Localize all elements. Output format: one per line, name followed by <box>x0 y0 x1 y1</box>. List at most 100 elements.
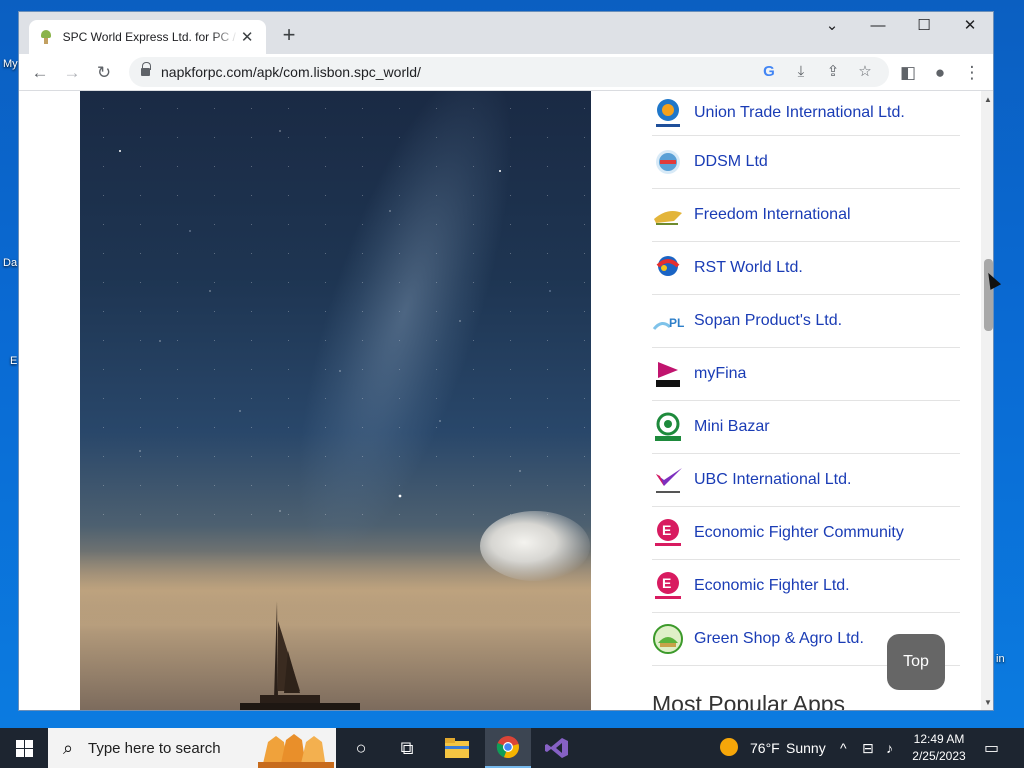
clock-time: 12:49 AM <box>913 732 965 746</box>
faint-stars <box>80 91 591 521</box>
sopan-logo-icon: PL <box>652 305 684 337</box>
economic-fighter-logo-icon: E <box>652 570 684 602</box>
page-content: Union Trade International Ltd. DDSM Ltd … <box>19 91 981 711</box>
start-button[interactable] <box>0 728 48 768</box>
app-screenshot-image <box>80 91 591 710</box>
list-item[interactable]: DDSM Ltd <box>652 136 960 189</box>
weather-text[interactable]: Sunny <box>786 740 826 756</box>
windows-logo-pane <box>16 749 24 757</box>
desktop-icon-label[interactable]: in <box>996 653 1005 665</box>
list-item[interactable]: myFina <box>652 348 960 401</box>
mini-bazar-logo-icon <box>652 411 684 443</box>
visual-studio-icon[interactable] <box>534 728 580 768</box>
title-bar: SPC World Express Ltd. for PC / M ✕ + ⌄ … <box>19 12 993 54</box>
maximize-button[interactable]: ☐ <box>901 12 947 40</box>
google-lens-icon[interactable]: G <box>757 60 781 84</box>
tab-title: SPC World Express Ltd. for PC / M <box>62 30 239 44</box>
task-view-icon[interactable]: ⧉ <box>384 728 430 768</box>
cloud <box>480 511 590 581</box>
union-trade-logo-icon <box>652 97 684 129</box>
desktop-icon-label[interactable]: My <box>3 58 18 70</box>
lock-icon[interactable] <box>141 62 151 77</box>
company-link[interactable]: Mini Bazar <box>694 418 770 436</box>
side-panel-icon[interactable]: ◧ <box>895 60 921 86</box>
list-item[interactable]: Freedom International <box>652 189 960 242</box>
list-item[interactable]: PL Sopan Product's Ltd. <box>652 295 960 348</box>
scroll-up-arrow-icon[interactable]: ▲ <box>981 93 993 107</box>
search-highlight-image <box>258 734 334 768</box>
list-item[interactable]: RST World Ltd. <box>652 242 960 295</box>
address-bar[interactable]: napkforpc.com/apk/com.lisbon.spc_world/ … <box>129 57 889 87</box>
sailboat-silhouette <box>240 601 360 710</box>
list-item[interactable]: UBC International Ltd. <box>652 454 960 507</box>
install-app-icon[interactable]: ⤓ <box>789 60 813 84</box>
close-tab-icon[interactable]: ✕ <box>238 28 256 46</box>
rst-world-logo-icon <box>652 252 684 284</box>
weather-sun-icon[interactable] <box>720 738 738 759</box>
browser-tab[interactable]: SPC World Express Ltd. for PC / M ✕ <box>29 20 266 54</box>
taskbar: ⌕ Type here to search ○ ⧉ 76°F Sunny ^ ⊟… <box>0 728 1024 768</box>
minimize-button[interactable]: — <box>855 12 901 40</box>
desktop-icon-label[interactable]: E <box>10 355 17 367</box>
company-link[interactable]: RST World Ltd. <box>694 259 803 277</box>
windows-logo-pane <box>25 740 33 748</box>
vertical-scrollbar[interactable]: ▲ ▼ <box>981 91 993 710</box>
browser-window: SPC World Express Ltd. for PC / M ✕ + ⌄ … <box>18 11 994 711</box>
green-shop-logo-icon <box>652 623 684 655</box>
close-window-button[interactable]: ✕ <box>947 12 993 40</box>
system-clock[interactable]: 12:49 AM 2/25/2023 <box>906 731 972 765</box>
svg-text:E: E <box>662 575 671 591</box>
weather-temp[interactable]: 76°F <box>750 740 780 756</box>
reload-icon[interactable]: ↻ <box>91 60 117 86</box>
svg-text:E: E <box>662 522 671 538</box>
new-tab-button[interactable]: + <box>277 24 301 48</box>
share-icon[interactable]: ⇪ <box>821 60 845 84</box>
windows-logo-pane <box>25 749 33 757</box>
volume-icon[interactable]: ♪ <box>886 740 893 756</box>
scroll-down-arrow-icon[interactable]: ▼ <box>981 696 993 710</box>
bookmark-star-icon[interactable]: ☆ <box>853 60 877 84</box>
myfina-logo-icon <box>652 358 684 390</box>
company-list: Union Trade International Ltd. DDSM Ltd … <box>652 91 960 666</box>
ubc-logo-icon <box>652 464 684 496</box>
file-explorer-icon[interactable] <box>434 728 480 768</box>
back-to-top-button[interactable]: Top <box>887 634 945 690</box>
clock-date: 2/25/2023 <box>912 749 966 763</box>
company-link[interactable]: Green Shop & Agro Ltd. <box>694 630 864 648</box>
section-title: Most Popular Apps <box>652 691 846 711</box>
network-icon[interactable]: ⊟ <box>862 740 874 757</box>
notification-icon[interactable]: ▭ <box>984 738 999 758</box>
profile-avatar-icon[interactable]: ● <box>927 60 953 86</box>
url-text[interactable]: napkforpc.com/apk/com.lisbon.spc_world/ <box>161 64 421 80</box>
search-placeholder[interactable]: Type here to search <box>88 740 221 757</box>
company-link[interactable]: UBC International Ltd. <box>694 471 851 489</box>
tab-search-icon[interactable]: ⌄ <box>809 12 855 40</box>
chrome-taskbar-icon[interactable] <box>485 728 531 768</box>
back-arrow-icon[interactable]: ← <box>27 60 53 86</box>
menu-kebab-icon[interactable]: ⋮ <box>959 60 985 86</box>
company-link[interactable]: Freedom International <box>694 206 851 224</box>
list-item[interactable]: E Economic Fighter Community <box>652 507 960 560</box>
economic-fighter-community-logo-icon: E <box>652 517 684 549</box>
android-favicon-icon <box>39 30 53 44</box>
company-link[interactable]: Sopan Product's Ltd. <box>694 312 842 330</box>
list-item[interactable]: Union Trade International Ltd. <box>652 91 960 136</box>
search-icon: ⌕ <box>62 737 74 758</box>
company-link[interactable]: Economic Fighter Ltd. <box>694 577 850 595</box>
list-item[interactable]: Mini Bazar <box>652 401 960 454</box>
company-link[interactable]: myFina <box>694 365 746 383</box>
browser-toolbar: ← → ↻ napkforpc.com/apk/com.lisbon.spc_w… <box>19 54 993 91</box>
forward-arrow-icon[interactable]: → <box>59 60 85 86</box>
chevron-up-icon[interactable]: ^ <box>840 740 847 756</box>
ddsm-logo-icon <box>652 146 684 178</box>
freedom-logo-icon <box>652 199 684 231</box>
windows-logo-icon <box>16 740 24 748</box>
company-link[interactable]: Union Trade International Ltd. <box>694 104 905 122</box>
taskbar-search-box[interactable]: ⌕ Type here to search <box>48 728 336 768</box>
svg-text:PL: PL <box>669 316 684 330</box>
company-link[interactable]: DDSM Ltd <box>694 153 768 171</box>
list-item[interactable]: E Economic Fighter Ltd. <box>652 560 960 613</box>
task-view-cortana-icon[interactable]: ○ <box>338 728 384 768</box>
desktop-icon-label[interactable]: Da <box>3 257 17 269</box>
company-link[interactable]: Economic Fighter Community <box>694 524 904 542</box>
